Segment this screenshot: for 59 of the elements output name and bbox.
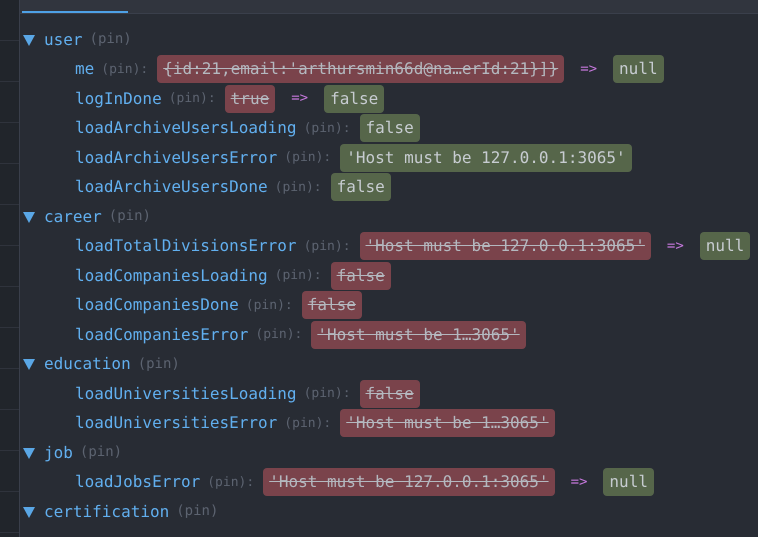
pin-label[interactable]: (pin): [284,148,332,168]
pin-label[interactable]: (pin): [207,472,254,492]
pin-label[interactable]: (pin) [108,206,151,228]
pin-label[interactable]: (pin): [246,296,293,315]
added-value: 'Host must be 127.0.0.1:3065' [340,144,632,172]
pin-label[interactable]: (pin): [101,60,148,79]
expand-triangle-icon[interactable] [23,506,35,518]
removed-value: 'Host must be 1…3065' [340,409,555,438]
state-key: loadTotalDivisionsError [75,234,297,258]
added-value: null [603,468,654,496]
arrow-text: => [666,236,684,256]
arrow-text: => [570,472,588,492]
state-key: loadUniversitiesError [75,411,278,436]
removed-value: 'Host must be 127.0.0.1:3065' [263,468,555,496]
state-key: loadCompaniesError [75,322,248,347]
state-key: me [75,57,94,82]
pin-label[interactable]: (pin): [304,118,351,138]
state-key: logInDone [75,86,162,111]
pin-label[interactable]: (pin) [138,354,180,375]
pin-label[interactable]: (pin): [168,89,216,108]
state-key: loadArchiveUsersLoading [75,116,297,140]
expand-triangle-icon[interactable] [23,446,35,459]
expand-triangle-icon[interactable] [23,358,35,370]
group-name: career [44,206,102,228]
group-name: user [44,28,83,51]
group-name: education [44,353,131,376]
arrow-text: => [580,60,598,79]
added-value: false [360,114,420,142]
expand-triangle-icon[interactable] [23,210,35,223]
pin-label[interactable]: (pin): [255,325,302,344]
removed-value: false [360,380,420,408]
state-key: loadJobsError [75,470,200,494]
removed-value: 'Host must be 1…3065' [311,320,526,349]
state-key: loadUniversitiesLoading [75,382,297,406]
state-key: loadArchiveUsersDone [75,175,268,200]
pin-label[interactable]: (pin): [284,414,332,433]
pin-label[interactable]: (pin) [80,442,122,464]
group-name: certification [44,500,170,523]
pin-label[interactable]: (pin) [176,501,218,522]
removed-value: 'Host must be 127.0.0.1:3065' [360,232,651,260]
added-value: false [330,173,391,202]
removed-value: true [224,84,276,113]
state-key: loadCompaniesDone [75,293,239,318]
pin-label[interactable]: (pin): [304,384,351,404]
state-key: loadArchiveUsersError [75,146,278,170]
pin-label[interactable]: (pin) [90,29,132,50]
pin-label[interactable]: (pin): [274,178,322,197]
arrow-text: => [291,89,308,108]
added-value: null [613,55,664,84]
expand-triangle-icon[interactable] [23,34,35,46]
pin-label[interactable]: (pin): [304,236,351,256]
removed-value: false [330,262,391,290]
added-value: null [700,232,750,260]
state-key: loadCompaniesLoading [75,264,268,288]
added-value: false [324,84,384,113]
removed-value: false [302,291,362,320]
removed-value: {id:21,email:'arthursmin66d@na…erId:21}]} [157,55,564,84]
pin-label[interactable]: (pin): [274,266,322,286]
group-name: job [44,442,73,464]
